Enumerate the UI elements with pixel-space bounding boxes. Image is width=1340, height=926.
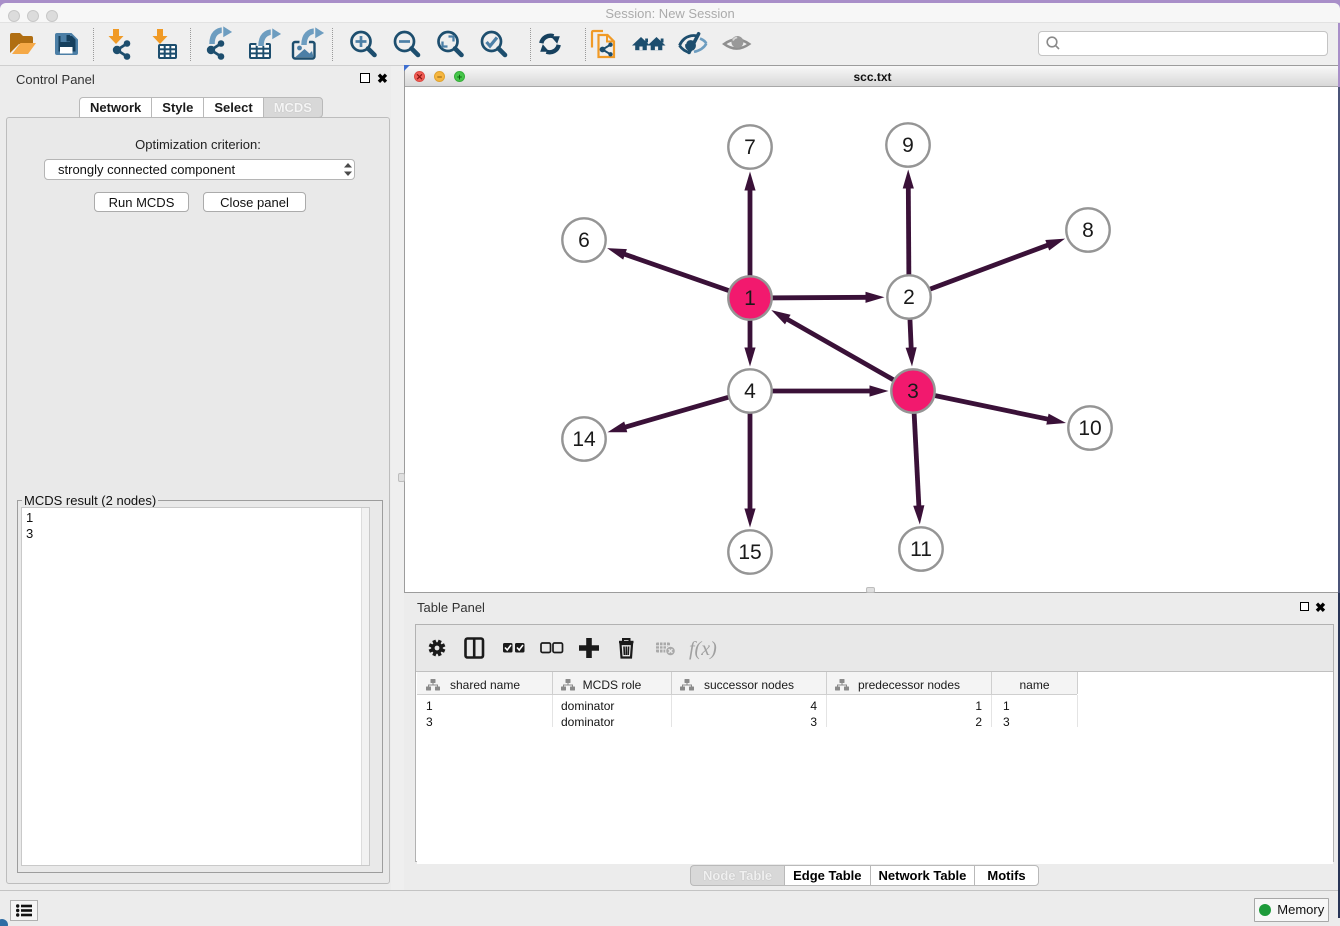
svg-text:1: 1 [744, 287, 756, 310]
svg-text:14: 14 [572, 428, 596, 451]
svg-text:6: 6 [578, 229, 590, 252]
svg-text:8: 8 [1082, 219, 1094, 242]
svg-text:15: 15 [738, 541, 761, 564]
svg-text:2: 2 [903, 286, 915, 309]
svg-text:9: 9 [902, 134, 914, 157]
svg-text:4: 4 [744, 380, 756, 403]
svg-text:7: 7 [744, 136, 756, 159]
svg-text:10: 10 [1078, 417, 1101, 440]
svg-text:f(x): f(x) [689, 638, 717, 660]
svg-text:11: 11 [910, 538, 932, 561]
svg-text:3: 3 [907, 380, 919, 403]
